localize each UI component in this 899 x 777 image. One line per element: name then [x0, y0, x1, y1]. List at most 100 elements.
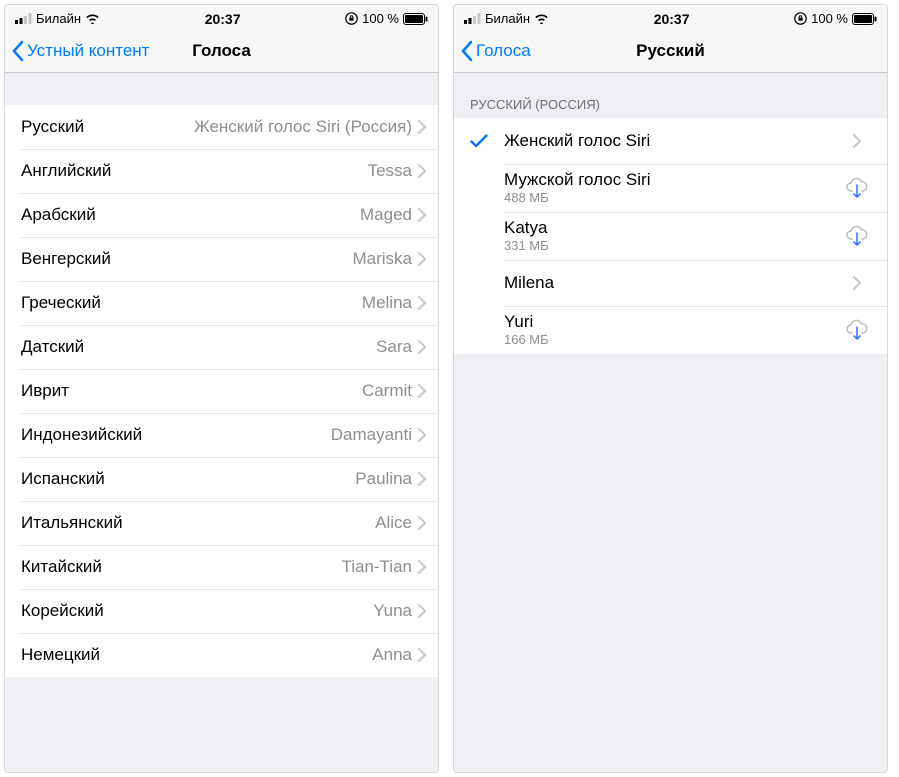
language-list: РусскийЖенский голос Siri (Россия)Англий…: [5, 105, 438, 677]
language-name: Русский: [21, 117, 84, 137]
download-icon[interactable]: [839, 225, 875, 247]
back-button[interactable]: Устный контент: [11, 29, 149, 73]
language-row[interactable]: ДатскийSara: [5, 325, 438, 369]
orientation-lock-icon: [345, 12, 358, 25]
chevron-left-icon: [460, 40, 473, 62]
voice-row[interactable]: Milena: [454, 260, 887, 306]
voice-row[interactable]: Katya331 МБ: [454, 212, 887, 260]
chevron-right-icon: [839, 276, 875, 290]
status-right: 100 %: [345, 11, 428, 26]
language-name: Греческий: [21, 293, 101, 313]
selected-voice: Melina: [101, 293, 418, 313]
language-row[interactable]: КорейскийYuna: [5, 589, 438, 633]
voice-size: 166 МБ: [504, 332, 839, 348]
chevron-right-icon: [418, 516, 426, 530]
selected-voice: Damayanti: [142, 425, 418, 445]
chevron-right-icon: [418, 164, 426, 178]
signal-icon: [15, 13, 32, 24]
chevron-right-icon: [418, 604, 426, 618]
selected-voice: Tian-Tian: [102, 557, 418, 577]
battery-icon: [403, 13, 428, 25]
battery-label: 100 %: [362, 11, 399, 26]
carrier-label: Билайн: [485, 11, 530, 26]
language-name: Итальянский: [21, 513, 123, 533]
status-left: Билайн: [464, 11, 549, 26]
chevron-right-icon: [418, 120, 426, 134]
status-bar: Билайн 20:37 100 %: [454, 5, 887, 29]
language-row[interactable]: НемецкийAnna: [5, 633, 438, 677]
voice-name: Женский голос Siri: [504, 131, 839, 151]
language-row[interactable]: ГреческийMelina: [5, 281, 438, 325]
status-right: 100 %: [794, 11, 877, 26]
status-time: 20:37: [205, 11, 241, 27]
status-bar: Билайн 20:37 100 %: [5, 5, 438, 29]
voice-size: 331 МБ: [504, 238, 839, 254]
language-row[interactable]: АнглийскийTessa: [5, 149, 438, 193]
voice-list: Женский голос Siri Мужской голос Siri488 …: [454, 118, 887, 354]
battery-icon: [852, 13, 877, 25]
chevron-right-icon: [418, 340, 426, 354]
language-name: Венгерский: [21, 249, 111, 269]
wifi-icon: [85, 13, 100, 24]
voice-text: Женский голос Siri: [504, 131, 839, 151]
language-row[interactable]: КитайскийTian-Tian: [5, 545, 438, 589]
voice-row[interactable]: Мужской голос Siri488 МБ: [454, 164, 887, 212]
voice-row[interactable]: Женский голос Siri: [454, 118, 887, 164]
language-name: Испанский: [21, 469, 105, 489]
language-name: Корейский: [21, 601, 104, 621]
language-name: Индонезийский: [21, 425, 142, 445]
language-name: Датский: [21, 337, 84, 357]
screen-voices-list: Билайн 20:37 100 % Устный контент Голоса…: [4, 4, 439, 773]
voice-text: Мужской голос Siri488 МБ: [504, 170, 839, 206]
nav-bar: Устный контент Голоса: [5, 29, 438, 73]
section-header: РУССКИЙ (РОССИЯ): [454, 73, 887, 118]
nav-bar: Голоса Русский: [454, 29, 887, 73]
voice-text: Katya331 МБ: [504, 218, 839, 254]
language-row[interactable]: ИвритCarmit: [5, 369, 438, 413]
orientation-lock-icon: [794, 12, 807, 25]
content[interactable]: РУССКИЙ (РОССИЯ) Женский голос Siri Мужск…: [454, 73, 887, 772]
selected-voice: Anna: [100, 645, 418, 665]
download-icon[interactable]: [839, 319, 875, 341]
selected-voice: Tessa: [111, 161, 418, 181]
voice-name: Yuri: [504, 312, 839, 332]
screen-voice-detail: Билайн 20:37 100 % Голоса Русский РУССКИ…: [453, 4, 888, 773]
chevron-right-icon: [418, 252, 426, 266]
language-name: Арабский: [21, 205, 96, 225]
language-name: Китайский: [21, 557, 102, 577]
language-row[interactable]: ИспанскийPaulina: [5, 457, 438, 501]
language-row[interactable]: ИндонезийскийDamayanti: [5, 413, 438, 457]
language-name: Английский: [21, 161, 111, 181]
selected-voice: Mariska: [111, 249, 418, 269]
chevron-right-icon: [418, 648, 426, 662]
chevron-right-icon: [418, 384, 426, 398]
selected-voice: Женский голос Siri (Россия): [84, 117, 418, 137]
language-name: Немецкий: [21, 645, 100, 665]
selected-voice: Paulina: [105, 469, 418, 489]
voice-name: Katya: [504, 218, 839, 238]
voice-text: Milena: [504, 273, 839, 293]
chevron-right-icon: [418, 560, 426, 574]
back-button[interactable]: Голоса: [460, 29, 531, 73]
back-label: Голоса: [476, 41, 531, 61]
selected-voice: Maged: [96, 205, 418, 225]
back-label: Устный контент: [27, 41, 149, 61]
chevron-left-icon: [11, 40, 24, 62]
language-row[interactable]: ВенгерскийMariska: [5, 237, 438, 281]
battery-label: 100 %: [811, 11, 848, 26]
chevron-right-icon: [418, 472, 426, 486]
language-row[interactable]: ИтальянскийAlice: [5, 501, 438, 545]
content[interactable]: РусскийЖенский голос Siri (Россия)Англий…: [5, 73, 438, 772]
selected-voice: Yuna: [104, 601, 418, 621]
language-row[interactable]: РусскийЖенский голос Siri (Россия): [5, 105, 438, 149]
voice-row[interactable]: Yuri166 МБ: [454, 306, 887, 354]
status-left: Билайн: [15, 11, 100, 26]
voice-size: 488 МБ: [504, 190, 839, 206]
language-row[interactable]: АрабскийMaged: [5, 193, 438, 237]
selected-voice: Alice: [123, 513, 418, 533]
chevron-right-icon: [418, 428, 426, 442]
selected-voice: Sara: [84, 337, 418, 357]
selected-voice: Carmit: [69, 381, 418, 401]
chevron-right-icon: [418, 208, 426, 222]
download-icon[interactable]: [839, 177, 875, 199]
